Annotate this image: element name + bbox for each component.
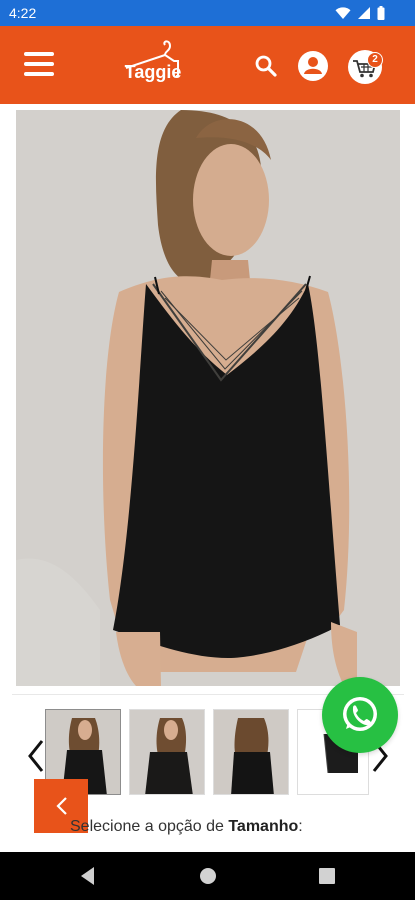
battery-icon	[377, 6, 385, 20]
square-recents-icon	[319, 868, 335, 884]
thumbnail-image	[214, 710, 288, 794]
size-option-label: Tamanho	[228, 818, 299, 835]
system-recents-button[interactable]	[303, 852, 351, 900]
system-back-button[interactable]	[64, 852, 112, 900]
app-header: Taggie 2	[0, 26, 415, 104]
menu-icon-bar	[24, 72, 54, 76]
model-photo	[16, 110, 400, 686]
whatsapp-icon	[343, 697, 377, 731]
size-prompt: Selecione a opção de Tamanho:	[70, 818, 370, 840]
size-prompt-prefix: Selecione a opção de	[70, 818, 229, 835]
search-button[interactable]	[254, 54, 278, 78]
menu-icon-bar	[24, 62, 54, 66]
whatsapp-button[interactable]	[322, 677, 398, 753]
thumbnail-prev-arrow[interactable]	[27, 739, 45, 773]
chevron-left-icon	[28, 740, 44, 772]
signal-icon	[358, 7, 370, 19]
user-icon	[304, 57, 322, 74]
status-time: 4:22	[9, 5, 37, 21]
triangle-back-icon	[81, 867, 94, 885]
system-home-button[interactable]	[184, 852, 232, 900]
user-button[interactable]	[298, 51, 328, 81]
system-navigation-bar	[0, 852, 415, 900]
thumbnail-image	[130, 710, 204, 794]
product-main-image[interactable]	[16, 110, 400, 686]
circle-home-icon	[200, 868, 216, 884]
size-prompt-suffix: :	[298, 818, 303, 835]
menu-button[interactable]	[24, 52, 54, 76]
taggie-logo[interactable]: Taggie	[118, 40, 188, 88]
search-icon	[255, 55, 277, 77]
thumbnail-3[interactable]	[213, 709, 289, 795]
thumbnail-2[interactable]	[129, 709, 205, 795]
status-bar: 4:22	[0, 0, 415, 26]
logo-text: Taggie	[124, 62, 182, 82]
status-icons	[335, 6, 385, 20]
wifi-icon	[335, 6, 351, 19]
cart-count-badge: 2	[367, 52, 383, 68]
menu-icon-bar	[24, 52, 54, 56]
